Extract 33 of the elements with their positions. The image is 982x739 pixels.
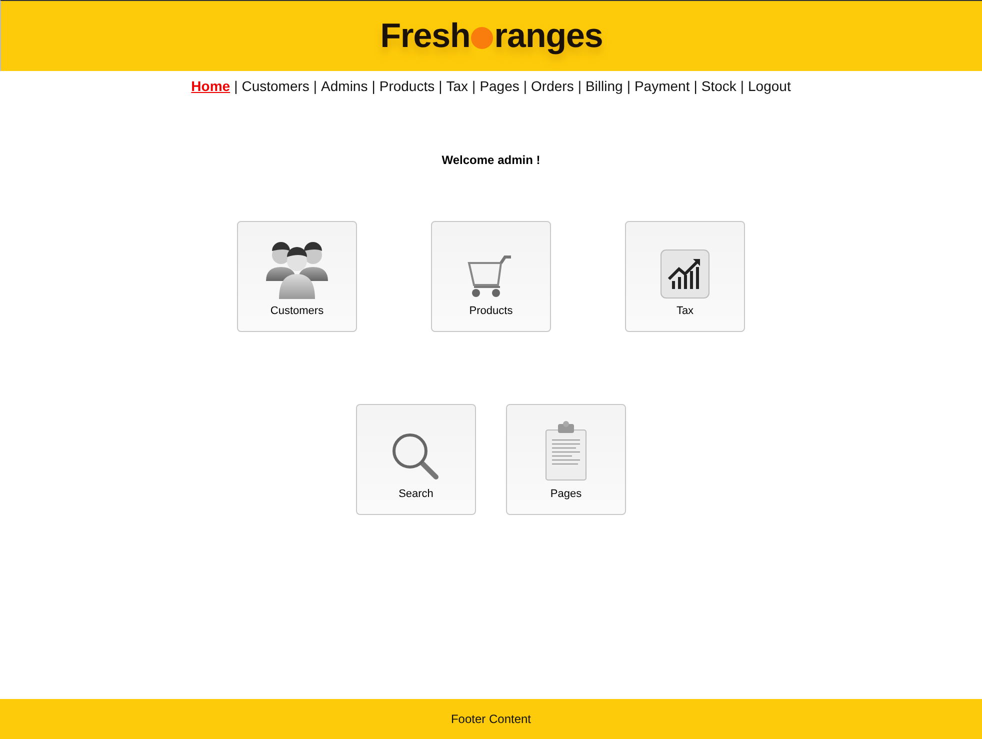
nav-link[interactable]: Stock <box>699 78 738 94</box>
people-icon <box>266 241 328 299</box>
dashboard-tile[interactable]: Pages <box>506 404 626 515</box>
site-logo: Fresh ranges <box>379 16 604 56</box>
dashboard-tile[interactable]: Products <box>431 221 551 332</box>
clipboard-icon <box>544 420 588 482</box>
nav-link[interactable]: Orders <box>529 78 576 94</box>
nav-link[interactable]: Billing <box>583 78 625 94</box>
nav-separator: | <box>233 78 239 94</box>
footer-text: Footer Content <box>450 712 532 726</box>
dashboard-tile[interactable]: Search <box>356 404 476 515</box>
nav-separator: | <box>312 78 318 94</box>
nav-separator: | <box>438 78 444 94</box>
nav-link[interactable]: Admins <box>319 78 370 94</box>
nav-link[interactable]: Payment <box>632 78 692 94</box>
nav-link[interactable]: Products <box>377 78 437 94</box>
nav-separator: | <box>626 78 632 94</box>
nav-separator: | <box>471 78 477 94</box>
nav-separator: | <box>576 78 582 94</box>
search-icon <box>391 432 441 482</box>
nav-separator: | <box>522 78 528 94</box>
nav-link[interactable]: Logout <box>746 78 793 94</box>
welcome-message: Welcome admin ! <box>442 153 540 167</box>
nav-separator: | <box>739 78 746 94</box>
growth-chart-icon <box>660 249 710 299</box>
dashboard-tile[interactable]: Tax <box>625 221 745 332</box>
nav-link[interactable]: Pages <box>478 78 522 94</box>
nav-link[interactable]: Tax <box>444 78 470 94</box>
nav-link[interactable]: Customers <box>240 78 312 94</box>
nav-link[interactable]: Home <box>189 78 232 94</box>
nav-separator: | <box>692 78 698 94</box>
nav-separator: | <box>370 78 376 94</box>
dashboard-tile[interactable]: Customers <box>237 221 357 332</box>
